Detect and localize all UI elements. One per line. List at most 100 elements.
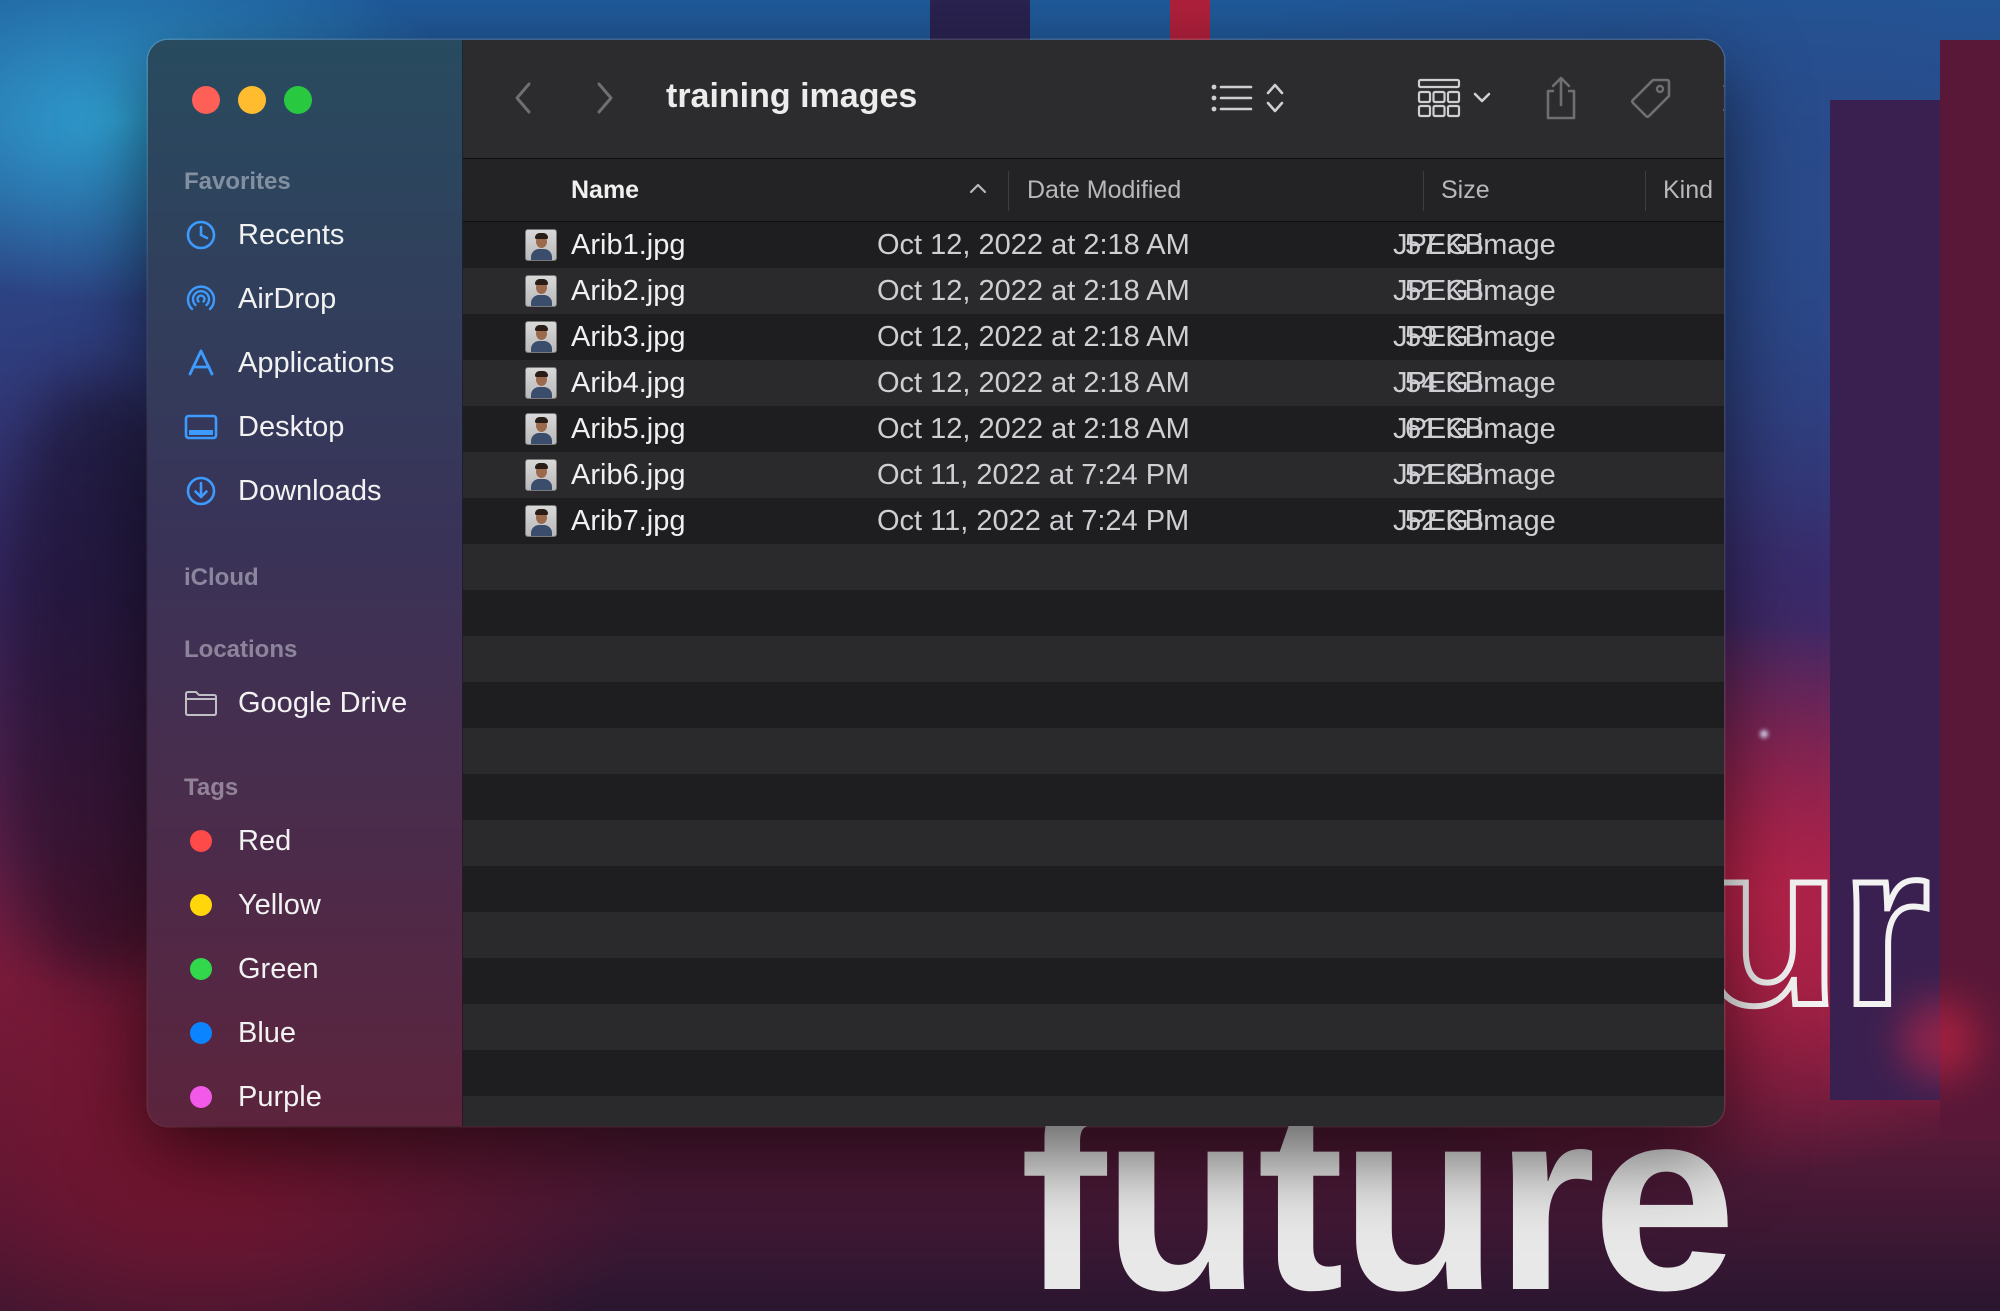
folder-icon bbox=[184, 686, 218, 720]
clock-icon bbox=[184, 218, 218, 252]
file-name: Arib5.jpg bbox=[571, 412, 686, 445]
file-kind: JPEG image bbox=[1393, 228, 1556, 261]
file-date: Oct 12, 2022 at 2:18 AM bbox=[877, 412, 1190, 445]
file-date: Oct 11, 2022 at 7:24 PM bbox=[877, 458, 1190, 491]
view-options-button[interactable] bbox=[1203, 76, 1293, 124]
window-title: training images bbox=[666, 77, 918, 115]
file-name: Arib3.jpg bbox=[571, 320, 686, 353]
icloud-section-title[interactable]: iCloud bbox=[184, 564, 259, 592]
sidebar-item-label: Blue bbox=[238, 1016, 297, 1049]
chevron-left-icon bbox=[513, 81, 533, 120]
tag-icon bbox=[1629, 76, 1673, 125]
column-size[interactable]: Size bbox=[1441, 159, 1490, 221]
column-date-modified[interactable]: Date Modified bbox=[1027, 159, 1181, 221]
file-kind: JPEG image bbox=[1393, 504, 1556, 537]
file-date: Oct 11, 2022 at 7:24 PM bbox=[877, 504, 1190, 537]
column-divider[interactable] bbox=[1008, 171, 1009, 211]
minimize-button[interactable] bbox=[238, 86, 266, 114]
forward-button[interactable] bbox=[587, 78, 623, 122]
file-kind: JPEG image bbox=[1393, 366, 1556, 399]
column-header: Name Date Modified Size Kind bbox=[463, 159, 1724, 222]
sidebar-item-applications[interactable]: Applications bbox=[184, 338, 394, 388]
share-button[interactable] bbox=[1539, 72, 1583, 128]
airdrop-icon bbox=[184, 282, 218, 316]
wallpaper-building bbox=[930, 0, 1030, 40]
empty-row bbox=[463, 544, 1724, 590]
sidebar-tag-purple[interactable]: Purple bbox=[184, 1072, 322, 1122]
table-row[interactable]: Arib1.jpg Oct 12, 2022 at 2:18 AM 57 KB … bbox=[463, 222, 1724, 268]
table-row[interactable]: Arib5.jpg Oct 12, 2022 at 2:18 AM 61 KB … bbox=[463, 406, 1724, 452]
empty-row bbox=[463, 958, 1724, 1004]
sidebar-item-desktop[interactable]: Desktop bbox=[184, 402, 344, 452]
sidebar-item-recents[interactable]: Recents bbox=[184, 210, 344, 260]
column-name[interactable]: Name bbox=[571, 159, 841, 221]
sidebar-tag-blue[interactable]: Blue bbox=[184, 1008, 296, 1058]
up-down-chevron-icon bbox=[1265, 81, 1285, 120]
sidebar-item-label: Purple bbox=[238, 1080, 322, 1113]
file-name: Arib4.jpg bbox=[571, 366, 686, 399]
file-name: Arib2.jpg bbox=[571, 274, 686, 307]
sidebar-tag-red[interactable]: Red bbox=[184, 816, 291, 866]
empty-row bbox=[463, 728, 1724, 774]
sidebar-item-label: Red bbox=[238, 824, 292, 857]
image-thumbnail-icon bbox=[525, 229, 557, 261]
table-row[interactable]: Arib6.jpg Oct 11, 2022 at 7:24 PM 51 KB … bbox=[463, 452, 1724, 498]
file-name: Arib7.jpg bbox=[571, 504, 686, 537]
sidebar-item-airdrop[interactable]: AirDrop bbox=[184, 274, 336, 324]
group-by-button[interactable] bbox=[1409, 76, 1499, 124]
double-chevron-right-icon bbox=[1721, 83, 1724, 118]
empty-row bbox=[463, 774, 1724, 820]
back-button[interactable] bbox=[505, 78, 541, 122]
sidebar-tag-yellow[interactable]: Yellow bbox=[184, 880, 321, 930]
image-thumbnail-icon bbox=[525, 275, 557, 307]
close-button[interactable] bbox=[192, 86, 220, 114]
image-thumbnail-icon bbox=[525, 413, 557, 445]
column-kind[interactable]: Kind bbox=[1663, 159, 1713, 221]
sidebar-item-downloads[interactable]: Downloads bbox=[184, 466, 381, 516]
tags-section-title: Tags bbox=[184, 774, 239, 801]
tag-color-dot bbox=[190, 1086, 212, 1108]
desktop-icon bbox=[184, 410, 218, 444]
table-row[interactable]: Arib2.jpg Oct 12, 2022 at 2:18 AM 51 KB … bbox=[463, 268, 1724, 314]
file-date: Oct 12, 2022 at 2:18 AM bbox=[877, 320, 1190, 353]
zoom-button[interactable] bbox=[284, 86, 312, 114]
finder-window: Favorites Recents AirDrop Applications D… bbox=[148, 40, 1724, 1126]
sidebar-item-label: Applications bbox=[238, 346, 395, 379]
table-row[interactable]: Arib3.jpg Oct 12, 2022 at 2:18 AM 59 KB … bbox=[463, 314, 1724, 360]
sidebar-item-label: Recents bbox=[238, 218, 345, 251]
table-row[interactable]: Arib7.jpg Oct 11, 2022 at 7:24 PM 52 KB … bbox=[463, 498, 1724, 544]
column-name-label: Name bbox=[571, 175, 640, 204]
sidebar-item-google-drive[interactable]: Google Drive bbox=[184, 678, 407, 728]
empty-row bbox=[463, 590, 1724, 636]
tag-button[interactable] bbox=[1627, 74, 1675, 126]
empty-row bbox=[463, 682, 1724, 728]
sidebar-item-label: Yellow bbox=[238, 888, 321, 921]
empty-row bbox=[463, 636, 1724, 682]
sidebar-tag-green[interactable]: Green bbox=[184, 944, 319, 994]
tag-color-dot bbox=[190, 830, 212, 852]
column-divider[interactable] bbox=[1423, 171, 1424, 211]
share-icon bbox=[1543, 75, 1579, 126]
sidebar-item-label: AirDrop bbox=[238, 282, 337, 315]
column-divider[interactable] bbox=[1645, 171, 1646, 211]
more-toolbar-button[interactable] bbox=[1715, 78, 1724, 122]
file-name: Arib1.jpg bbox=[571, 228, 686, 261]
sidebar: Favorites Recents AirDrop Applications D… bbox=[148, 40, 463, 1126]
empty-row bbox=[463, 866, 1724, 912]
column-size-label: Size bbox=[1441, 175, 1490, 204]
image-thumbnail-icon bbox=[525, 367, 557, 399]
list-icon bbox=[1211, 82, 1253, 119]
file-date: Oct 12, 2022 at 2:18 AM bbox=[877, 228, 1190, 261]
wallpaper-building bbox=[1940, 40, 2000, 1140]
sidebar-item-label: Green bbox=[238, 952, 319, 985]
file-kind: JPEG image bbox=[1393, 274, 1556, 307]
file-date: Oct 12, 2022 at 2:18 AM bbox=[877, 274, 1190, 307]
wallpaper-glow bbox=[1760, 730, 1768, 738]
image-thumbnail-icon bbox=[525, 321, 557, 353]
empty-row bbox=[463, 1096, 1724, 1126]
sidebar-item-label: Desktop bbox=[238, 410, 345, 443]
locations-section-title: Locations bbox=[184, 636, 298, 663]
file-list: Arib1.jpg Oct 12, 2022 at 2:18 AM 57 KB … bbox=[463, 222, 1724, 1126]
table-row[interactable]: Arib4.jpg Oct 12, 2022 at 2:18 AM 54 KB … bbox=[463, 360, 1724, 406]
column-kind-label: Kind bbox=[1663, 175, 1714, 204]
